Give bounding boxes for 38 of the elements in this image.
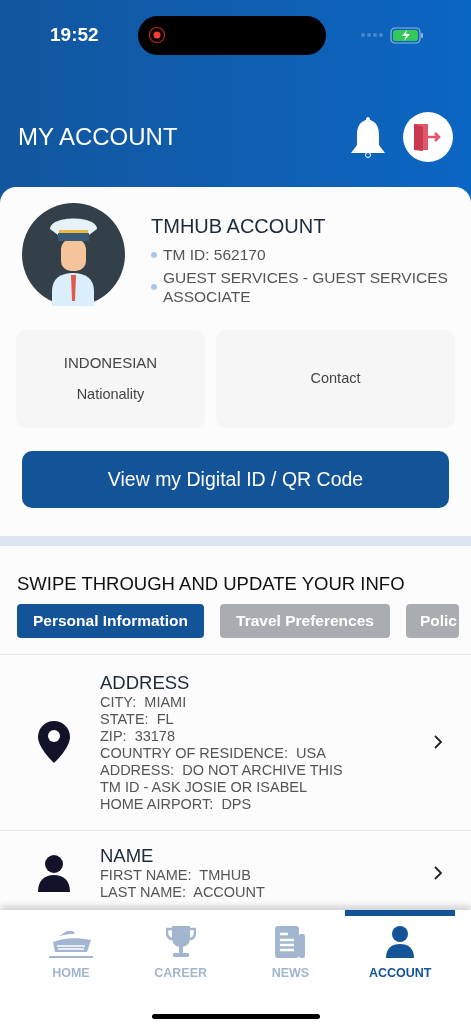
row-title: NAME: [100, 844, 155, 867]
row-detail: COUNTRY OF RESIDENCE: USA: [100, 744, 327, 762]
info-row[interactable]: NAME FIRST NAME: TMHUB LAST NAME: ACCOUNT: [0, 830, 471, 901]
row-detail: FIRST NAME: TMHUB: [100, 866, 252, 884]
row-detail: STATE: FL: [100, 710, 175, 728]
record-icon: [148, 26, 166, 44]
status-time: 19:52: [49, 22, 100, 47]
logout-button[interactable]: [403, 112, 453, 162]
row-detail: ZIP: 33178: [100, 727, 176, 745]
info-row[interactable]: ADDRESS CITY: MIAMI STATE: FL ZIP: 33178 COUNTRY OF RESIDENCE: USA ADDRESS: DO NOT ARCHIVE THIS TM ID - ASK JOSIE OR ISABEL HOME AIRPORT: DPS: [0, 654, 471, 831]
signal-icon: [360, 32, 384, 38]
info-tab[interactable]: Personal Information: [17, 603, 205, 638]
map-pin-icon: [38, 721, 70, 764]
row-detail: LAST NAME: ACCOUNT: [100, 883, 266, 901]
digital-id-button[interactable]: View my Digital ID / QR Code: [22, 451, 449, 508]
person-icon: [38, 853, 70, 892]
newspaper-icon: [275, 926, 306, 958]
profile-detail: GUEST SERVICES - GUEST SERVICES ASSOCIATE: [163, 268, 449, 306]
row-detail: ADDRESS: DO NOT ARCHIVE THIS TM ID - ASK JOSIE OR ISABEL: [100, 761, 344, 796]
row-detail: HOME AIRPORT: DPS: [100, 795, 253, 813]
ship-icon: [48, 930, 93, 958]
row-title: ADDRESS: [100, 671, 191, 694]
notification-bell-icon[interactable]: [349, 115, 387, 159]
chevron-right-icon: [434, 735, 443, 750]
tile-label: Contact: [310, 369, 361, 389]
battery-icon: [390, 26, 424, 44]
account-name: TMHUB ACCOUNT: [151, 214, 327, 239]
tile-value: INDONESIAN: [63, 352, 158, 373]
profile-detail: TM ID: 562170: [163, 245, 267, 264]
nav-tab[interactable]: ACCOUNT: [345, 910, 455, 983]
row-detail: CITY: MIAMI: [100, 693, 188, 711]
chevron-right-icon: [434, 865, 443, 880]
trophy-icon: [165, 926, 196, 958]
person-icon: [386, 926, 415, 958]
door-exit-icon: [414, 122, 442, 152]
section-title: SWIPE THROUGH AND UPDATE YOUR INFO: [17, 572, 406, 596]
page-title: MY ACCOUNT: [18, 122, 178, 152]
tile-label: Nationality: [76, 385, 145, 405]
